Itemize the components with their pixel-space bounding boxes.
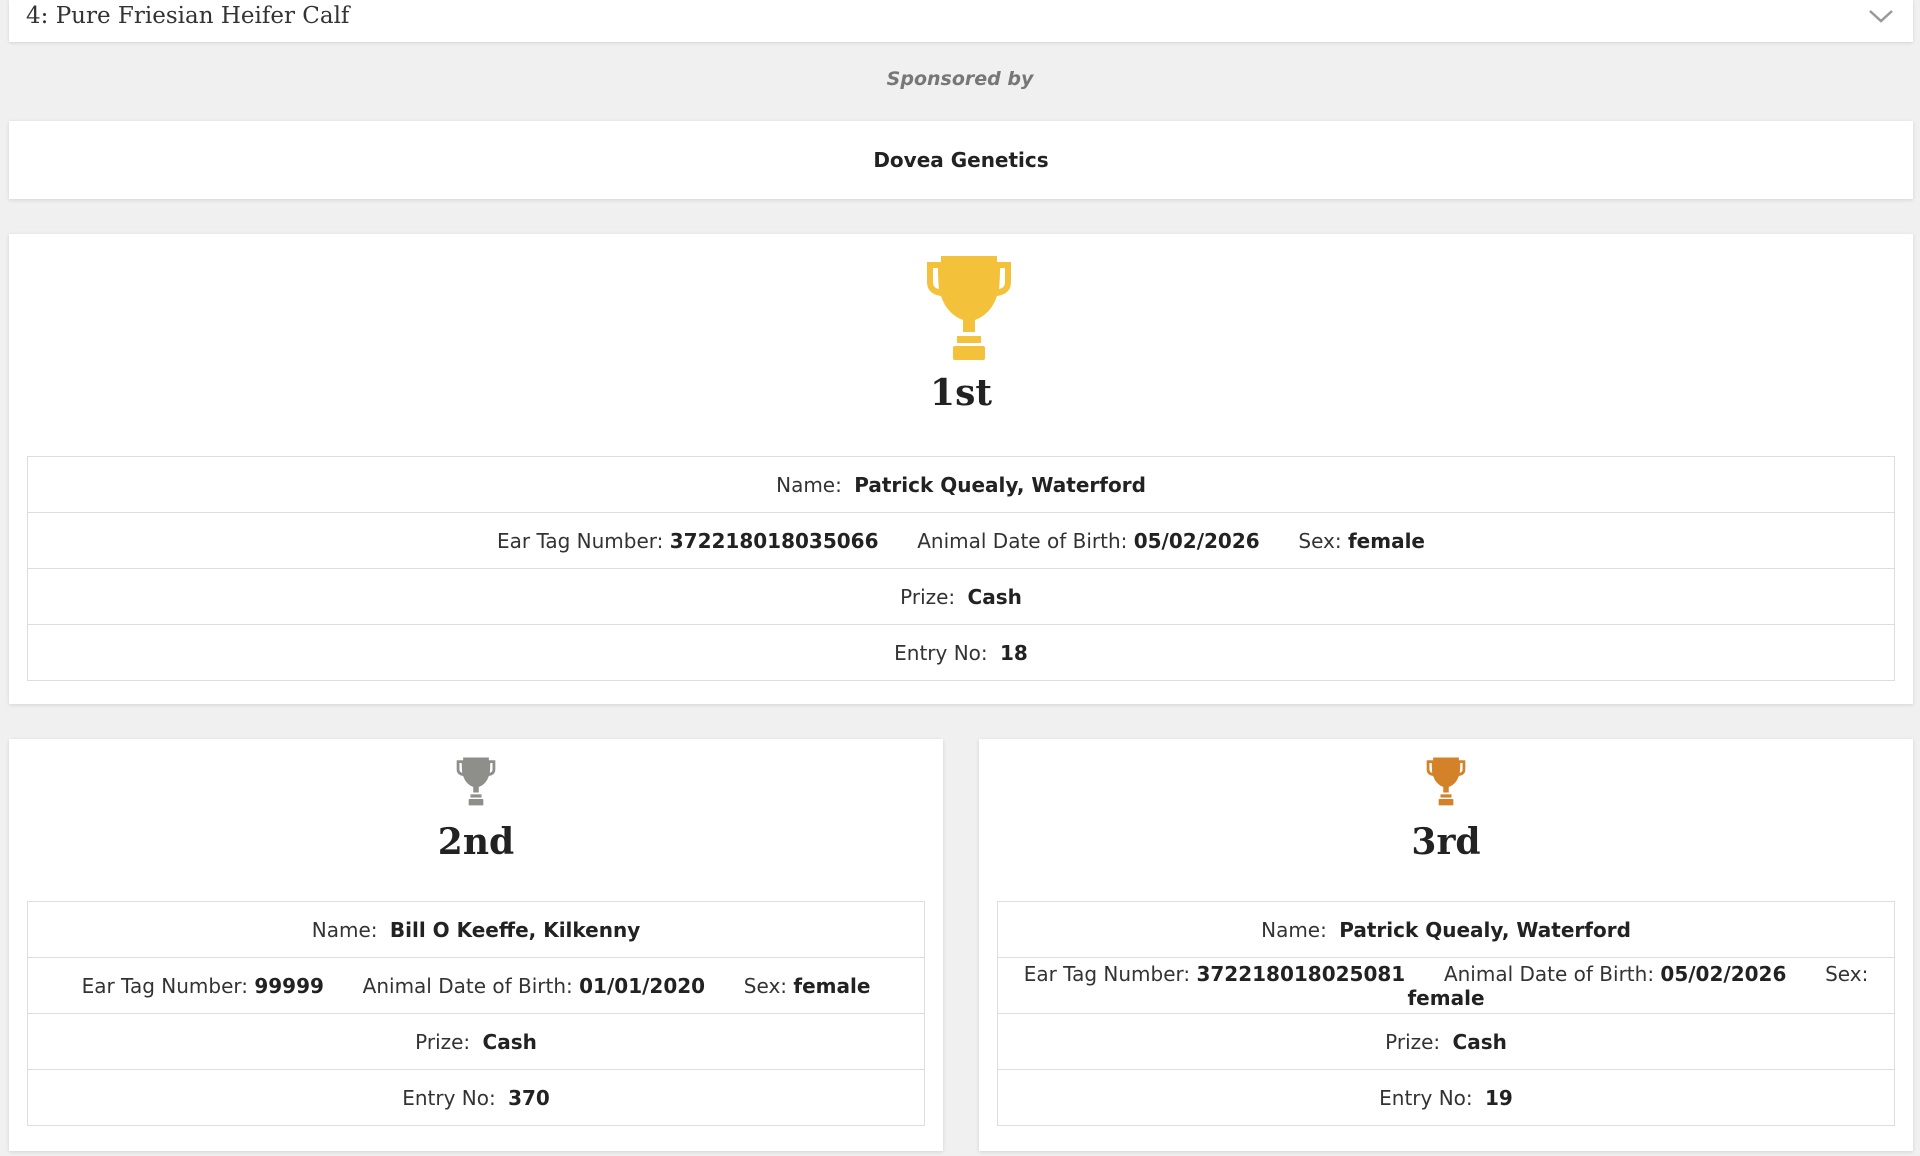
prize-label: Prize: [900, 584, 956, 609]
sponsor-box: Dovea Genetics [9, 121, 1913, 199]
sex-label: Sex: [1298, 528, 1342, 553]
winner-details-table: Name: Patrick Quealy, Waterford Ear Tag … [27, 456, 1895, 681]
prize-value: Cash [482, 1029, 537, 1054]
ear-tag-value: 372218018025081 [1196, 961, 1406, 986]
name-row: Name: Patrick Quealy, Waterford [27, 456, 1895, 513]
dob-value: 05/02/2026 [1660, 961, 1787, 986]
sex-value: female [793, 973, 871, 998]
entry-value: 18 [1000, 640, 1028, 665]
class-accordion-header[interactable]: 4: Pure Friesian Heifer Calf [9, 0, 1913, 42]
ear-tag-label: Ear Tag Number: [1023, 961, 1191, 986]
trophy-icon [1426, 757, 1466, 806]
sex-value: female [1407, 985, 1485, 1010]
ear-tag-value: 372218018035066 [669, 528, 879, 553]
winner-name: Bill O Keeffe, Kilkenny [389, 917, 641, 942]
name-label: Name: [311, 917, 378, 942]
animal-row: Ear Tag Number: 372218018025081 Animal D… [997, 957, 1895, 1014]
ear-tag-label: Ear Tag Number: [496, 528, 664, 553]
sex-label: Sex: [743, 973, 788, 998]
place-label: 1st [930, 372, 992, 414]
chevron-down-icon[interactable] [1867, 6, 1895, 26]
name-label: Name: [776, 472, 842, 497]
prize-label: Prize: [415, 1029, 471, 1054]
trophy-icon [456, 757, 496, 806]
winner-details-table: Name: Patrick Quealy, Waterford Ear Tag … [997, 901, 1895, 1126]
entry-label: Entry No: [894, 640, 988, 665]
placing-card-3rd: 3rd Name: Patrick Quealy, Waterford Ear … [979, 739, 1913, 1151]
prize-row: Prize: Cash [27, 1013, 925, 1070]
animal-row: Ear Tag Number: 372218018035066 Animal D… [27, 512, 1895, 569]
entry-value: 19 [1485, 1085, 1513, 1110]
entry-row: Entry No: 370 [27, 1069, 925, 1126]
sex-label: Sex: [1825, 961, 1869, 986]
entry-row: Entry No: 19 [997, 1069, 1895, 1126]
prize-value: Cash [967, 584, 1022, 609]
class-title: 4: Pure Friesian Heifer Calf [26, 3, 350, 29]
name-row: Name: Bill O Keeffe, Kilkenny [27, 901, 925, 958]
animal-row: Ear Tag Number: 99999 Animal Date of Bir… [27, 957, 925, 1014]
placing-card-1st: 1st Name: Patrick Quealy, Waterford Ear … [9, 234, 1913, 704]
place-label: 2nd [437, 821, 515, 863]
winner-name: Patrick Quealy, Waterford [1339, 917, 1631, 942]
dob-label: Animal Date of Birth: [917, 528, 1128, 553]
trophy-icon [927, 256, 1011, 360]
entry-value: 370 [508, 1085, 550, 1110]
dob-label: Animal Date of Birth: [1443, 961, 1655, 986]
ear-tag-label: Ear Tag Number: [81, 973, 248, 998]
prize-value: Cash [1452, 1029, 1507, 1054]
sponsored-by-label: Sponsored by [886, 68, 1034, 90]
placing-card-2nd: 2nd Name: Bill O Keeffe, Kilkenny Ear Ta… [9, 739, 943, 1151]
place-label: 3rd [1411, 821, 1481, 863]
prize-label: Prize: [1385, 1029, 1441, 1054]
sponsor-name: Dovea Genetics [873, 148, 1049, 172]
sex-value: female [1347, 528, 1425, 553]
name-row: Name: Patrick Quealy, Waterford [997, 901, 1895, 958]
entry-label: Entry No: [1379, 1085, 1473, 1110]
dob-label: Animal Date of Birth: [362, 973, 573, 998]
dob-value: 05/02/2026 [1133, 528, 1260, 553]
dob-value: 01/01/2020 [579, 973, 706, 998]
winner-name: Patrick Quealy, Waterford [854, 472, 1146, 497]
name-label: Name: [1261, 917, 1327, 942]
prize-row: Prize: Cash [27, 568, 1895, 625]
winner-details-table: Name: Bill O Keeffe, Kilkenny Ear Tag Nu… [27, 901, 925, 1126]
entry-row: Entry No: 18 [27, 624, 1895, 681]
ear-tag-value: 99999 [254, 973, 324, 998]
prize-row: Prize: Cash [997, 1013, 1895, 1070]
entry-label: Entry No: [402, 1085, 496, 1110]
